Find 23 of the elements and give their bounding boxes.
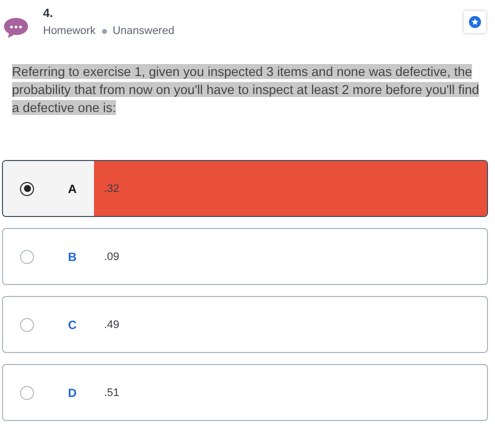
option-value: .32 (104, 182, 120, 194)
star-icon (469, 16, 481, 28)
radio-button[interactable] (20, 182, 34, 196)
answer-option[interactable]: A .32 (2, 160, 488, 217)
option-value: .49 (104, 318, 120, 330)
radio-button[interactable] (20, 250, 34, 264)
chat-bubble-icon (3, 17, 29, 39)
option-letter: A (68, 182, 77, 196)
option-value: .51 (104, 386, 120, 398)
question-text: Referring to exercise 1, given you inspected 3 items and none was defective, the probability that from now on you'll have to inspect at least 2 more before you'll find a defective one is: (12, 63, 480, 117)
question-number: 4. (43, 6, 54, 20)
option-letter: B (68, 250, 77, 264)
category-label: Homework (43, 25, 96, 37)
answer-option[interactable]: C .49 (2, 296, 488, 353)
status-label: Unanswered (112, 25, 174, 37)
option-letter: C (68, 318, 77, 332)
answer-option[interactable]: B .09 (2, 228, 488, 285)
radio-button[interactable] (20, 318, 34, 332)
option-letter: D (68, 386, 77, 400)
radio-button[interactable] (20, 386, 34, 400)
bookmark-button[interactable] (464, 11, 486, 33)
answer-option[interactable]: D .51 (2, 364, 488, 421)
option-value: .09 (104, 250, 120, 262)
